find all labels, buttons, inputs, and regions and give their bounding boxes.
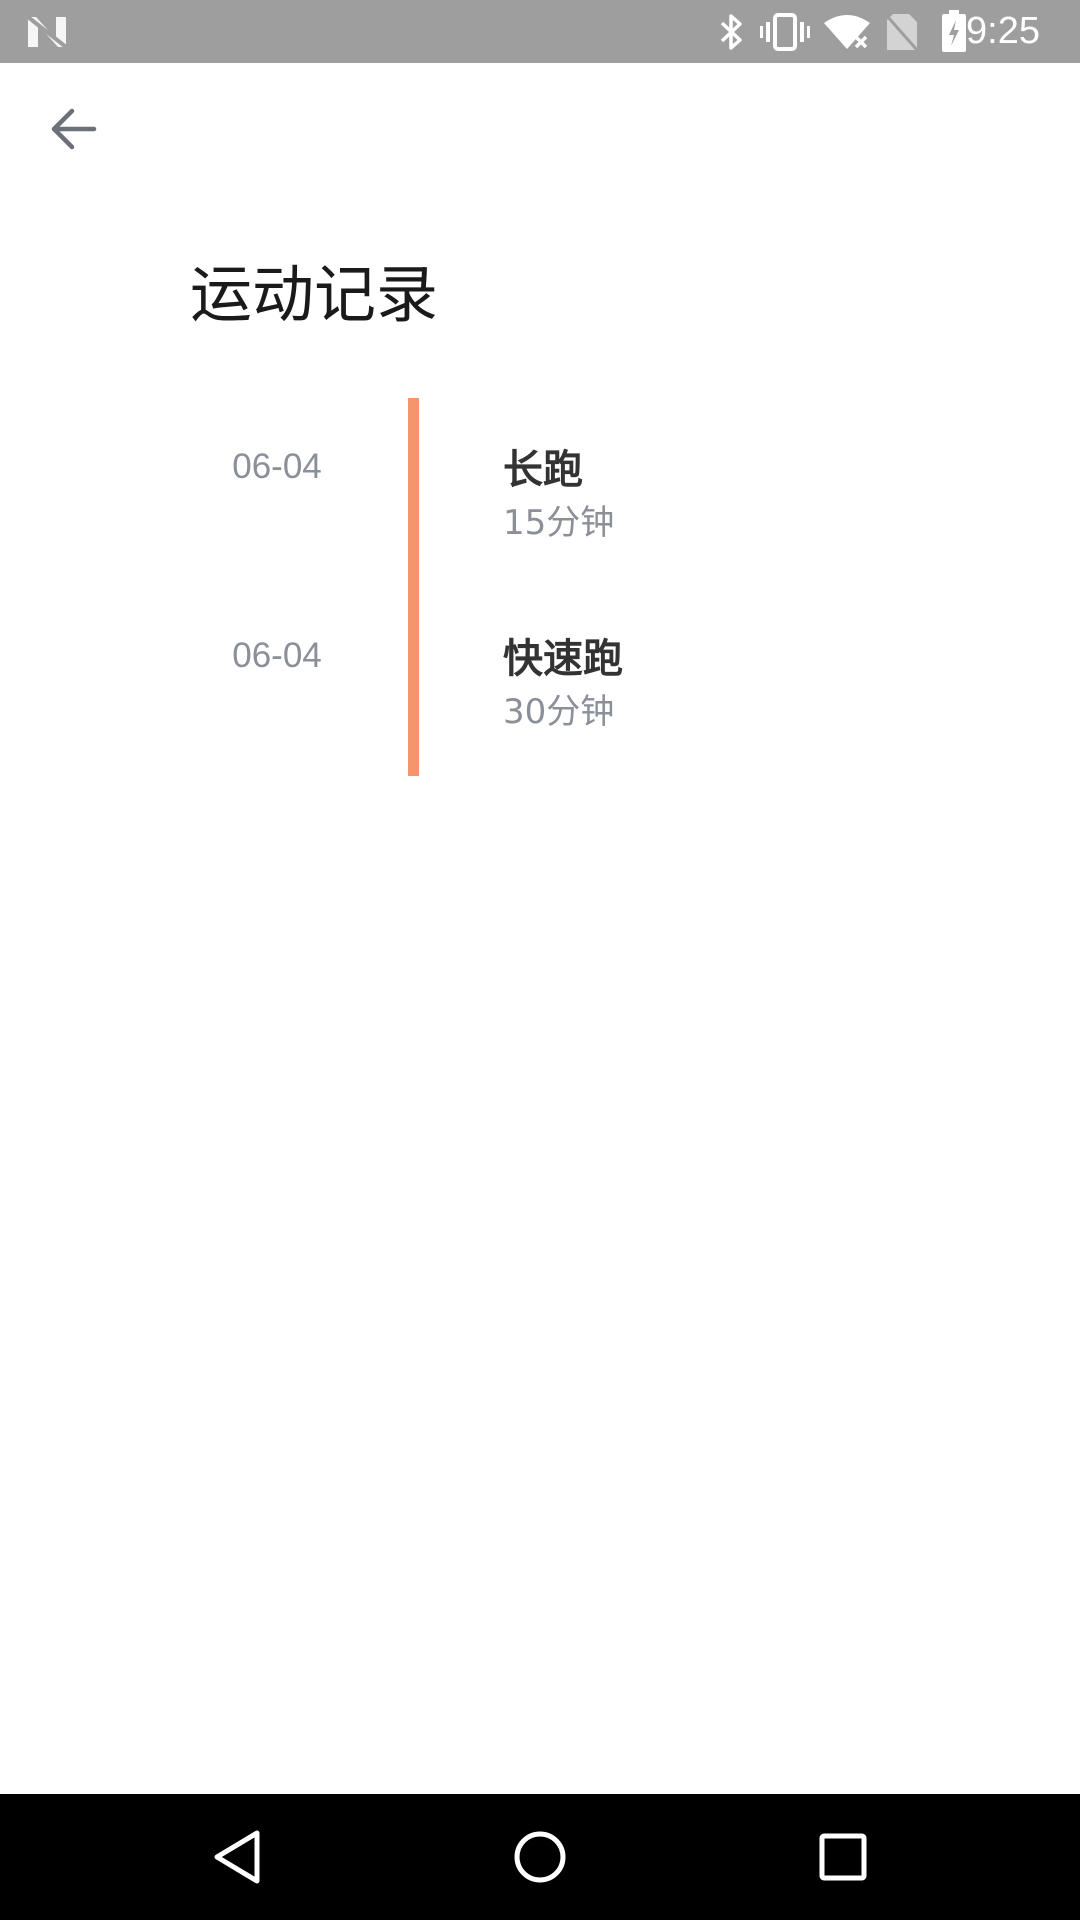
status-time: 9:25 <box>966 10 1040 52</box>
record-date: 06-04 <box>232 447 322 486</box>
record-item[interactable]: 06-04 长跑 15分钟 <box>0 444 1080 564</box>
record-item[interactable]: 06-04 快速跑 30分钟 <box>0 633 1080 753</box>
nav-home-button[interactable] <box>495 1812 585 1902</box>
notification-n-icon <box>22 0 72 63</box>
nav-back-button[interactable] <box>192 1812 282 1902</box>
home-circle-icon <box>514 1831 566 1883</box>
nav-recents-button[interactable] <box>798 1812 888 1902</box>
recents-square-icon <box>819 1833 867 1881</box>
record-duration: 30分钟 <box>503 692 615 732</box>
back-triangle-icon <box>214 1830 260 1884</box>
page-title: 运动记录 <box>190 258 439 331</box>
record-date: 06-04 <box>232 636 322 675</box>
back-button[interactable] <box>40 95 108 163</box>
wifi-icon <box>820 0 874 63</box>
navigation-bar <box>0 1794 1080 1920</box>
no-sim-icon <box>880 0 924 63</box>
vibrate-icon <box>758 0 812 63</box>
record-name: 快速跑 <box>503 636 623 682</box>
bluetooth-icon <box>712 0 752 63</box>
status-bar: 9:25 <box>0 0 1080 63</box>
record-name: 长跑 <box>503 447 583 493</box>
arrow-back-icon <box>51 108 97 150</box>
record-duration: 15分钟 <box>503 503 615 543</box>
